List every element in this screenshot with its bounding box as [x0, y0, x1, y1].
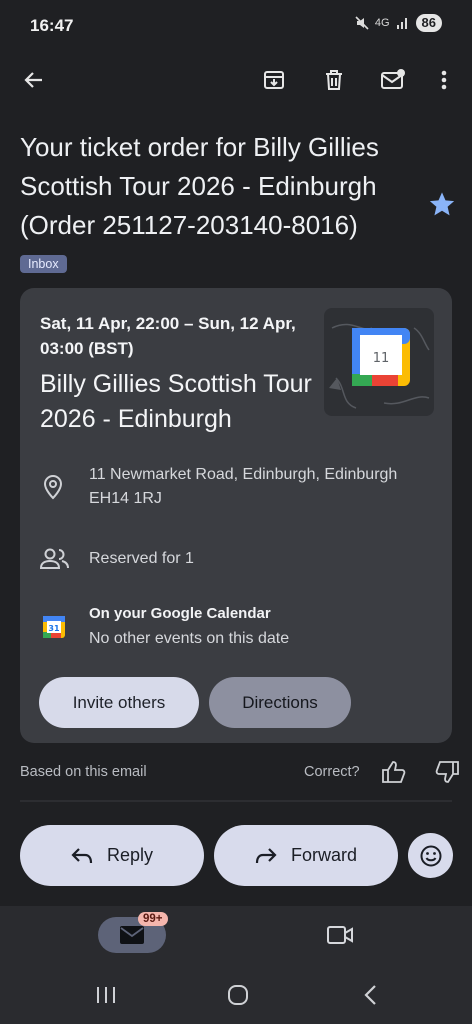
- meet-video-icon[interactable]: [326, 924, 354, 951]
- invite-others-button[interactable]: Invite others: [39, 677, 199, 728]
- star-icon[interactable]: [428, 190, 456, 223]
- location-pin-icon: [42, 474, 64, 505]
- based-on-email-text: Based on this email: [20, 764, 147, 780]
- reserved-for: Reserved for 1: [89, 550, 194, 567]
- more-options-icon[interactable]: [428, 64, 460, 96]
- google-calendar-icon: 31: [42, 615, 66, 644]
- event-title: Billy Gillies Scottish Tour 2026 - Edinb…: [40, 370, 312, 433]
- calendar-icon-day: 31: [48, 624, 60, 633]
- reply-button[interactable]: Reply: [20, 825, 204, 886]
- divider: [20, 800, 452, 802]
- forward-button[interactable]: Forward: [214, 825, 398, 886]
- battery-level: 86: [415, 14, 442, 32]
- system-back-icon[interactable]: [362, 984, 378, 1011]
- people-icon: [39, 548, 70, 575]
- status-time: 16:47: [30, 16, 74, 35]
- back-arrow-icon[interactable]: [18, 64, 50, 96]
- mark-unread-icon[interactable]: [377, 64, 409, 96]
- archive-icon[interactable]: [258, 64, 290, 96]
- calendar-status-title: On your Google Calendar: [89, 605, 271, 622]
- smiley-icon: [420, 845, 441, 866]
- email-subject: Your ticket order for Billy Gillies Scot…: [20, 132, 379, 240]
- forward-label: Forward: [290, 845, 357, 865]
- thumbs-up-icon[interactable]: [381, 760, 407, 789]
- mail-unread-badge: 99+: [138, 912, 168, 926]
- directions-button[interactable]: Directions: [209, 677, 351, 728]
- forward-icon: [255, 847, 277, 863]
- event-address[interactable]: 11 Newmarket Road, Edinburgh, Edinburgh …: [89, 463, 434, 511]
- delete-icon[interactable]: [318, 64, 350, 96]
- network-type: 4G: [374, 17, 390, 29]
- status-icons: 4G 86: [355, 14, 442, 32]
- signal-icon: [396, 18, 407, 29]
- recent-apps-icon[interactable]: [95, 985, 117, 1010]
- event-datetime: Sat, 11 Apr, 22:00 – Sun, 12 Apr, 03:00 …: [40, 314, 296, 358]
- emoji-reaction-button[interactable]: [408, 833, 453, 878]
- inbox-label[interactable]: Inbox: [20, 255, 67, 273]
- reply-label: Reply: [106, 845, 154, 865]
- mute-icon: [355, 16, 369, 30]
- calendar-thumb-day: 11: [373, 351, 390, 366]
- calendar-status-note: No other events on this date: [89, 630, 290, 647]
- thumbs-down-icon[interactable]: [434, 760, 460, 789]
- reply-icon: [71, 847, 93, 863]
- mail-icon: [120, 926, 144, 944]
- correct-question: Correct?: [304, 764, 360, 780]
- calendar-thumbnail: 11: [324, 308, 434, 416]
- home-icon[interactable]: [227, 984, 249, 1011]
